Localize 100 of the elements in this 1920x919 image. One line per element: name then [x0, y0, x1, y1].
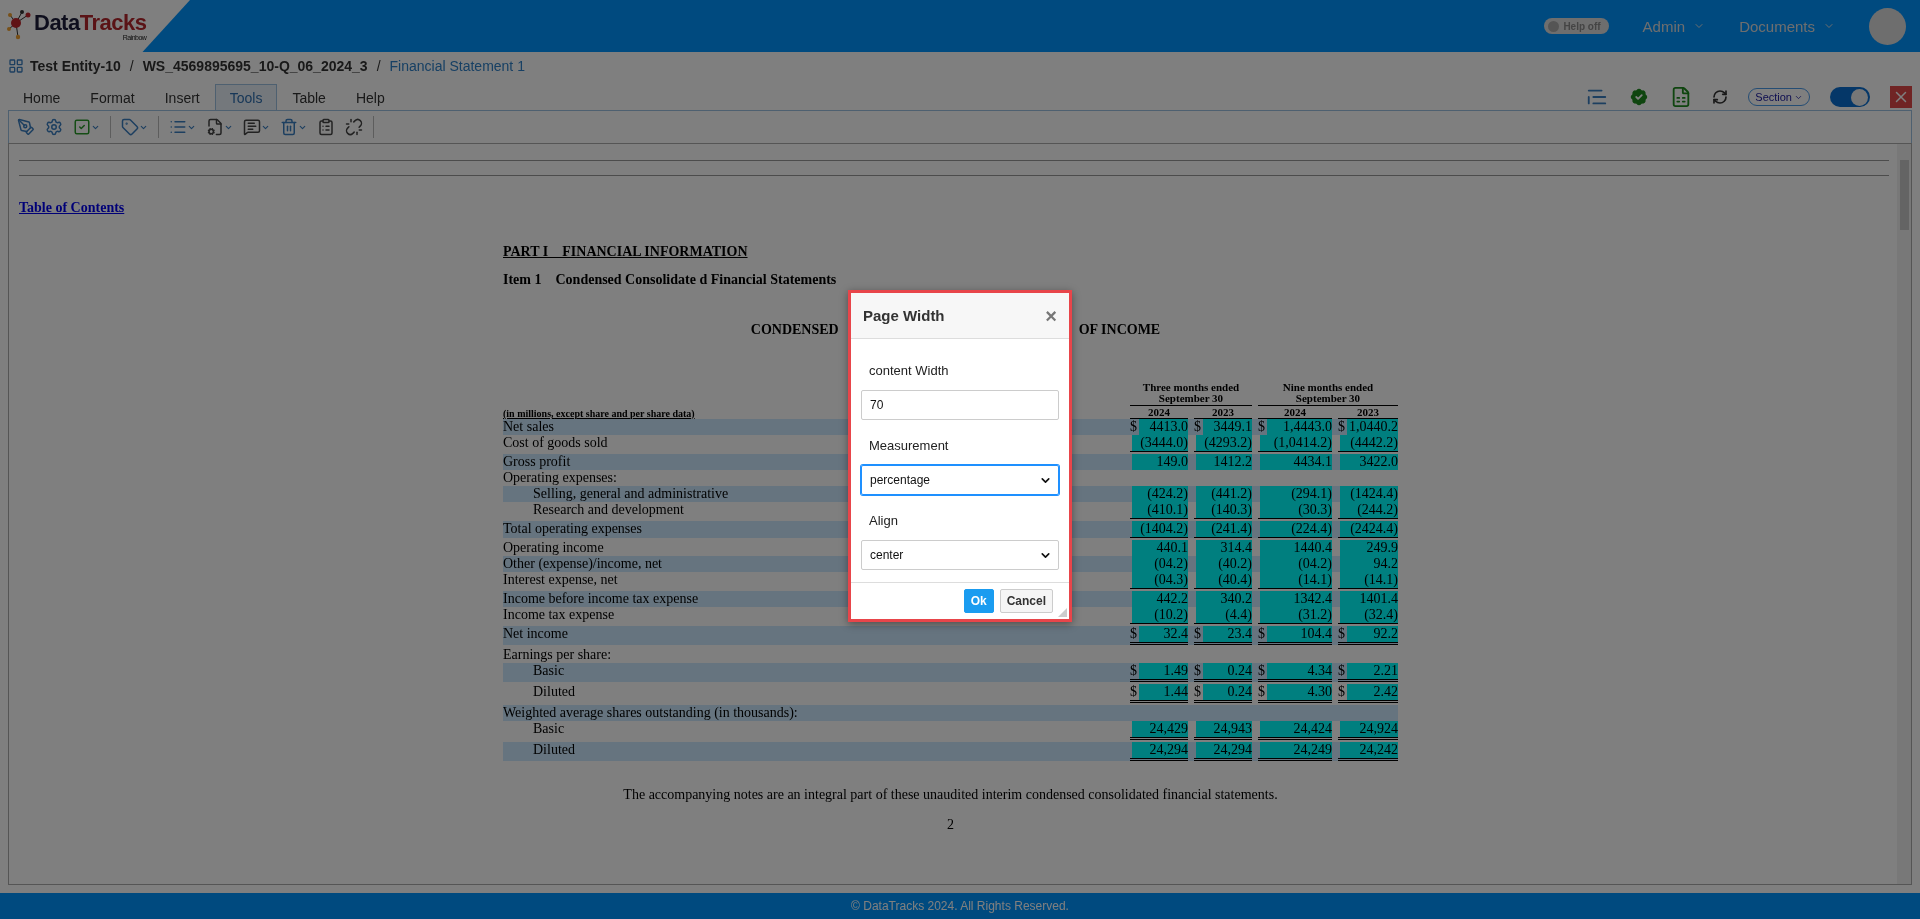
close-button[interactable]: ×	[1045, 305, 1057, 326]
statement-title: OF INCOME	[1078, 322, 1161, 338]
number-cell: (14.1)	[1338, 572, 1398, 589]
cancel-button[interactable]: Cancel	[999, 589, 1053, 613]
row-label: Basic	[533, 663, 565, 680]
unlink-button[interactable]	[345, 118, 363, 136]
refresh-icon[interactable]	[1712, 89, 1729, 105]
number-cell: (2424.4)	[1338, 521, 1398, 538]
badge-check-icon[interactable]	[1628, 86, 1651, 108]
close-button[interactable]	[1890, 86, 1912, 108]
ribbon-tab[interactable]: Format	[75, 84, 150, 110]
number-cell: 24,294	[1130, 742, 1188, 761]
ribbon-tab[interactable]: Help	[340, 84, 400, 110]
select-field[interactable]: percentage	[861, 465, 1059, 495]
number-cell: (224.4)	[1258, 521, 1332, 538]
item-heading: Item 1 Condensed Consolidate d Financial Statements	[503, 272, 838, 288]
number-cell: (3444.0)	[1130, 435, 1188, 452]
ok-button[interactable]: Ok	[963, 589, 994, 613]
breadcrumb-separator: /	[376, 58, 381, 74]
number-cell: 149.0	[1130, 454, 1188, 470]
dialog-title: Page Width	[863, 307, 945, 324]
table-of-contents-link[interactable]: Table of Contents	[19, 200, 125, 216]
number-cell: $ 3449.1	[1194, 419, 1252, 435]
number-cell: (30.3)	[1258, 502, 1332, 519]
row-label: Diluted	[533, 684, 575, 701]
number-cell: 24,249	[1258, 742, 1332, 761]
number-cell: $ 0.24	[1194, 684, 1252, 703]
row-label: Gross profit	[503, 454, 571, 470]
number-cell: 24,943	[1194, 721, 1252, 740]
units-label: (in millions, except share and per share data)	[503, 408, 696, 419]
document-settings-button[interactable]	[206, 118, 233, 136]
breadcrumb-link[interactable]: Financial Statement 1	[389, 58, 525, 74]
number-cell: 314.4	[1194, 540, 1252, 556]
user-avatar[interactable]	[1869, 7, 1906, 45]
tag-button[interactable]	[121, 118, 148, 136]
number-cell: (40.4)	[1194, 572, 1252, 589]
number-cell: $ 1.44	[1130, 684, 1188, 703]
breadcrumb-item[interactable]: Test Entity-10	[30, 58, 121, 74]
scrollbar[interactable]	[1897, 144, 1911, 884]
row-label: Earnings per share:	[503, 647, 612, 663]
row-label: Net income	[503, 626, 568, 643]
number-cell: 440.1	[1130, 540, 1188, 556]
list-button[interactable]	[169, 118, 196, 136]
number-cell: $ 4413.0	[1130, 419, 1188, 435]
number-cell: (4.4)	[1194, 607, 1252, 624]
ribbon-tab[interactable]: Home	[8, 84, 76, 110]
row-label: Cost of goods sold	[503, 435, 608, 452]
footer-text: © DataTracks 2024. All Rights Reserved.	[0, 893, 1920, 919]
number-cell: 24,242	[1338, 742, 1398, 761]
number-cell: (244.2)	[1338, 502, 1398, 519]
input-field[interactable]: 70	[861, 390, 1059, 420]
toggle-switch[interactable]	[1830, 87, 1870, 107]
number-cell: (410.1)	[1130, 502, 1188, 519]
row-label: Research and development	[533, 502, 684, 519]
number-cell: (04.2)	[1130, 556, 1188, 572]
field-label: content Width	[868, 362, 950, 380]
row-label: Net sales	[503, 419, 554, 435]
select-field[interactable]: center	[861, 540, 1059, 570]
number-cell: (04.3)	[1130, 572, 1188, 589]
number-cell: 1401.4	[1338, 591, 1398, 607]
number-cell: (1424.4)	[1338, 486, 1398, 502]
settings-button[interactable]	[45, 118, 63, 136]
part-heading: PART I FINANCIAL INFORMATION	[503, 244, 749, 260]
statement-title: CONDENSED	[750, 322, 839, 338]
number-cell: 3422.0	[1338, 454, 1398, 470]
number-cell: 1440.4	[1258, 540, 1332, 556]
ribbon-tab[interactable]: Insert	[149, 84, 215, 110]
number-cell: (4293.2)	[1194, 435, 1252, 452]
breadcrumb-item[interactable]: WS_4569895695_10-Q_06_2024_3	[142, 58, 368, 74]
comment-button[interactable]	[243, 118, 270, 136]
row-label: Income tax expense	[503, 607, 615, 624]
number-cell: $ 32.4	[1130, 626, 1188, 645]
number-cell: 1342.4	[1258, 591, 1332, 607]
number-cell: 24,294	[1194, 742, 1252, 761]
number-cell: (1,0414.2)	[1258, 435, 1332, 452]
row-label: Income before income tax expense	[503, 591, 699, 607]
number-cell: (04.2)	[1258, 556, 1332, 572]
ribbon-tab[interactable]: Table	[277, 84, 341, 110]
clipboard-button[interactable]	[317, 118, 335, 136]
checkbox-button[interactable]	[73, 118, 100, 136]
ribbon-tab[interactable]: Tools	[214, 84, 278, 110]
breadcrumb-separator: /	[129, 58, 134, 74]
row-label: Weighted average shares outstanding (in thousands):	[503, 705, 798, 721]
pen-tool-button[interactable]	[17, 118, 35, 136]
number-cell: (10.2)	[1130, 607, 1188, 624]
number-cell: $ 23.4	[1194, 626, 1252, 645]
column-group-heading: Nine months ended September 30	[1258, 382, 1398, 406]
number-cell: 24,429	[1130, 721, 1188, 740]
number-cell: (1404.2)	[1130, 521, 1188, 538]
number-cell: $ 92.2	[1338, 626, 1398, 645]
number-cell: (294.1)	[1258, 486, 1332, 502]
delete-button[interactable]	[280, 118, 307, 136]
number-cell: 340.2	[1194, 591, 1252, 607]
number-cell: $ 4.34	[1258, 663, 1332, 682]
row-label: Other (expense)/income, net	[503, 556, 662, 572]
section-dropdown[interactable]: Section	[1748, 88, 1810, 106]
number-cell: 1412.2	[1194, 454, 1252, 470]
number-cell: $ 1,0440.2	[1338, 419, 1398, 435]
number-cell: (32.4)	[1338, 607, 1398, 624]
row-label: Interest expense, net	[503, 572, 618, 589]
